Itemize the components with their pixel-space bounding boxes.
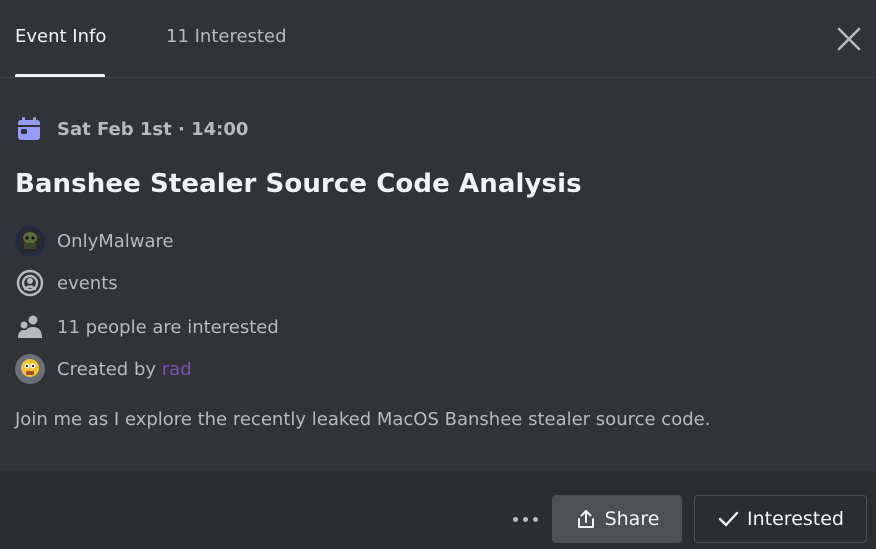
modal-footer: Share Interested: [0, 471, 876, 549]
channel-row[interactable]: events: [15, 267, 118, 299]
event-title: Banshee Stealer Source Code Analysis: [15, 169, 582, 199]
event-description: Join me as I explore the recently leaked…: [15, 409, 711, 430]
created-by-prefix: Created by: [57, 358, 157, 380]
tab-interested[interactable]: 11 Interested: [166, 26, 287, 47]
creator-row: Created by rad: [15, 353, 192, 385]
people-icon: [15, 312, 45, 342]
share-button[interactable]: Share: [552, 495, 682, 543]
created-by-label: Created by rad: [57, 359, 192, 380]
stage-channel-icon: [15, 268, 45, 298]
server-name: OnlyMalware: [57, 230, 174, 252]
check-icon: [718, 511, 739, 527]
more-dot: [522, 516, 528, 522]
share-label: Share: [604, 508, 660, 530]
interested-label: Interested: [747, 508, 844, 530]
interested-count: 11 people are interested: [57, 316, 279, 338]
tab-event-info[interactable]: Event Info: [15, 26, 106, 47]
calendar-icon: [18, 117, 40, 140]
server-avatar: [15, 226, 45, 256]
creator-avatar[interactable]: [15, 354, 45, 384]
event-date: Sat Feb 1st · 14:00: [57, 118, 249, 140]
active-tab-indicator: [15, 74, 105, 77]
interested-button[interactable]: Interested: [694, 495, 867, 543]
share-icon: [577, 510, 594, 528]
creator-link[interactable]: rad: [162, 359, 192, 380]
close-button[interactable]: [834, 24, 864, 54]
more-dot: [532, 516, 538, 522]
more-options-button[interactable]: [505, 508, 545, 530]
channel-name: events: [57, 272, 118, 294]
interested-row: 11 people are interested: [15, 311, 279, 343]
modal-header: Event Info 11 Interested: [0, 0, 876, 78]
server-row[interactable]: OnlyMalware: [15, 225, 174, 257]
event-date-row: Sat Feb 1st · 14:00: [15, 114, 248, 144]
more-dot: [512, 516, 518, 522]
close-icon: [837, 27, 861, 51]
